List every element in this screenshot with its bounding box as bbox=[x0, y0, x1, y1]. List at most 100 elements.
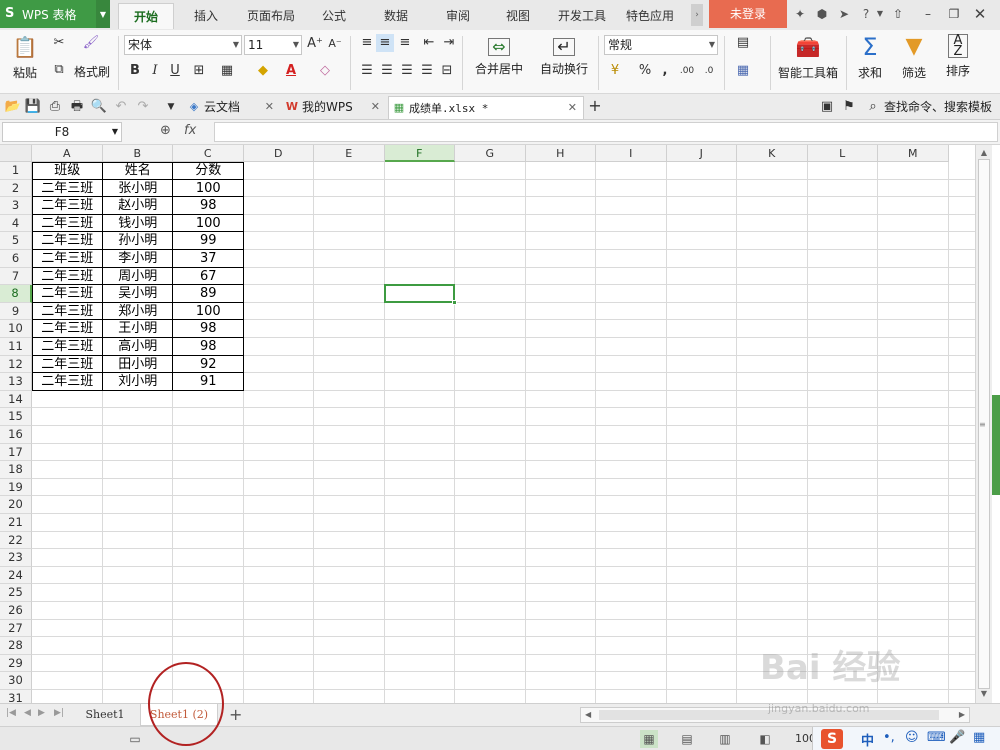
indent-increase-icon[interactable]: ⇥ bbox=[440, 34, 458, 52]
row-header-7[interactable]: 7 bbox=[0, 267, 32, 286]
filter-button[interactable]: ▼ 筛选 bbox=[896, 32, 932, 90]
ime-language[interactable]: 中 bbox=[861, 730, 874, 749]
sheet-tab-sheet1-copy[interactable]: Sheet1 (2) bbox=[140, 704, 218, 726]
column-header-h[interactable]: H bbox=[525, 145, 596, 162]
cell-c9[interactable]: 100 bbox=[173, 303, 244, 321]
align-top-icon[interactable]: ≡ bbox=[358, 34, 376, 52]
row-header-31[interactable]: 31 bbox=[0, 690, 32, 703]
keyboard-icon[interactable]: ⌨ bbox=[927, 730, 946, 745]
scroll-down-icon[interactable]: ▼ bbox=[976, 686, 992, 702]
close-icon[interactable]: ✕ bbox=[265, 96, 274, 118]
fill-color-icon[interactable]: ◆ bbox=[254, 62, 272, 80]
format-painter-button[interactable]: 格式刷 bbox=[74, 62, 110, 82]
format-painter-icon[interactable]: 🖌 bbox=[82, 34, 100, 52]
fill-pattern-icon[interactable]: ▦ bbox=[218, 62, 236, 80]
tab-data[interactable]: 数据 bbox=[372, 3, 420, 29]
underline-icon[interactable]: U bbox=[166, 62, 184, 80]
tab-formulas[interactable]: 公式 bbox=[312, 3, 356, 29]
column-header-k[interactable]: K bbox=[737, 145, 808, 162]
login-button[interactable]: 未登录 bbox=[709, 0, 787, 28]
row-header-1[interactable]: 1 bbox=[0, 162, 32, 180]
row-header-27[interactable]: 27 bbox=[0, 619, 32, 638]
column-header-g[interactable]: G bbox=[455, 145, 526, 162]
new-tab-icon[interactable]: + bbox=[586, 97, 604, 115]
last-sheet-icon[interactable]: ▶| bbox=[54, 708, 64, 718]
row-header-28[interactable]: 28 bbox=[0, 637, 32, 655]
open-folder-icon[interactable]: 📂 bbox=[4, 98, 22, 116]
cell-b5[interactable]: 孙小明 bbox=[103, 232, 174, 250]
italic-icon[interactable]: I bbox=[146, 62, 164, 80]
bold-icon[interactable]: B bbox=[126, 62, 144, 80]
column-header-i[interactable]: I bbox=[596, 145, 667, 162]
first-sheet-icon[interactable]: |◀ bbox=[6, 708, 16, 718]
help-dropdown-icon[interactable]: ▼ bbox=[872, 6, 888, 22]
tab-home[interactable]: 开始 bbox=[118, 3, 174, 29]
cell-b8[interactable]: 吴小明 bbox=[103, 285, 174, 303]
cell-b9[interactable]: 郑小明 bbox=[103, 303, 174, 321]
increase-font-icon[interactable]: A⁺ bbox=[306, 35, 324, 53]
menu-grid-icon[interactable]: ▦ bbox=[973, 730, 985, 745]
cell-a4[interactable]: 二年三班 bbox=[32, 215, 103, 233]
close-icon[interactable]: ✕ bbox=[371, 96, 380, 118]
insert-function-button[interactable]: fx bbox=[184, 123, 196, 138]
font-size-select[interactable]: 11 ▼ bbox=[244, 35, 302, 55]
justify-icon[interactable]: ☰ bbox=[418, 62, 436, 80]
row-header-17[interactable]: 17 bbox=[0, 443, 32, 462]
sheet-tab-sheet1[interactable]: Sheet1 bbox=[76, 704, 134, 726]
column-header-e[interactable]: E bbox=[314, 145, 385, 162]
cell-status-icon[interactable]: ▭ bbox=[126, 730, 144, 748]
row-header-3[interactable]: 3 bbox=[0, 197, 32, 215]
clear-format-icon[interactable]: ◇ bbox=[316, 62, 334, 80]
spreadsheet-grid[interactable]: A B C D E F G H I J K L M 1 2 3 4 5 6 7 8 9 10 11 12 13 14 15 16 17 18… bbox=[0, 145, 975, 703]
table-style-icon[interactable]: ▤ bbox=[734, 34, 752, 52]
undo-icon[interactable]: ↶ bbox=[112, 98, 130, 116]
cell-a10[interactable]: 二年三班 bbox=[32, 320, 103, 338]
row-header-6[interactable]: 6 bbox=[0, 250, 32, 268]
row-header-20[interactable]: 20 bbox=[0, 496, 32, 514]
upload-icon[interactable]: ⇧ bbox=[888, 4, 908, 24]
column-header-j[interactable]: J bbox=[666, 145, 737, 162]
row-header-5[interactable]: 5 bbox=[0, 232, 32, 250]
row-header-15[interactable]: 15 bbox=[0, 408, 32, 426]
emoji-icon[interactable]: ☺ bbox=[905, 730, 919, 745]
add-sheet-icon[interactable]: + bbox=[229, 705, 242, 724]
row-header-19[interactable]: 19 bbox=[0, 478, 32, 497]
more-tabs-icon[interactable]: › bbox=[691, 4, 703, 26]
column-header-f[interactable]: F bbox=[384, 145, 455, 162]
cell-c2[interactable]: 100 bbox=[173, 180, 244, 198]
settings-icon[interactable]: ⬢ bbox=[814, 6, 830, 22]
cell-b1[interactable]: 姓名 bbox=[103, 162, 174, 180]
command-search[interactable]: 查找命令、搜索模板 bbox=[884, 97, 992, 117]
cell-b7[interactable]: 周小明 bbox=[103, 268, 174, 286]
tab-insert[interactable]: 插入 bbox=[182, 3, 230, 29]
sogou-icon[interactable]: S bbox=[821, 729, 843, 749]
cell-c7[interactable]: 67 bbox=[173, 268, 244, 286]
scroll-left-icon[interactable]: ◀ bbox=[585, 708, 591, 722]
print-icon[interactable]: 🖶 bbox=[68, 98, 86, 116]
cell-b3[interactable]: 赵小明 bbox=[103, 197, 174, 215]
cell-c8[interactable]: 89 bbox=[173, 285, 244, 303]
sort-button[interactable]: AZ 排序 bbox=[938, 32, 978, 90]
mic-icon[interactable]: 🎤 bbox=[949, 730, 965, 745]
row-header-23[interactable]: 23 bbox=[0, 549, 32, 567]
pdf-export-icon[interactable]: ⎙ bbox=[46, 98, 64, 116]
cell-c13[interactable]: 91 bbox=[173, 373, 244, 391]
cell-c5[interactable]: 99 bbox=[173, 232, 244, 250]
skin-icon[interactable]: ✦ bbox=[792, 6, 808, 22]
cell-b11[interactable]: 高小明 bbox=[103, 338, 174, 356]
cell-a6[interactable]: 二年三班 bbox=[32, 250, 103, 268]
align-right-icon[interactable]: ☰ bbox=[398, 62, 416, 80]
quick-access-dropdown-icon[interactable]: ▼ bbox=[162, 98, 180, 116]
paste-button[interactable]: 📋 粘贴 bbox=[4, 32, 46, 90]
column-header-d[interactable]: D bbox=[243, 145, 314, 162]
row-header-2[interactable]: 2 bbox=[0, 179, 32, 198]
cell-b6[interactable]: 李小明 bbox=[103, 250, 174, 268]
cell-a1[interactable]: 班级 bbox=[32, 162, 103, 180]
row-header-12[interactable]: 12 bbox=[0, 355, 32, 374]
tab-review[interactable]: 审阅 bbox=[434, 3, 482, 29]
vertical-scrollbar[interactable]: ▲ ≡ ▼ bbox=[975, 145, 992, 703]
close-icon[interactable]: ✕ bbox=[970, 4, 990, 24]
row-header-4[interactable]: 4 bbox=[0, 214, 32, 233]
thousands-icon[interactable]: , bbox=[656, 62, 674, 80]
column-header-b[interactable]: B bbox=[102, 145, 173, 162]
